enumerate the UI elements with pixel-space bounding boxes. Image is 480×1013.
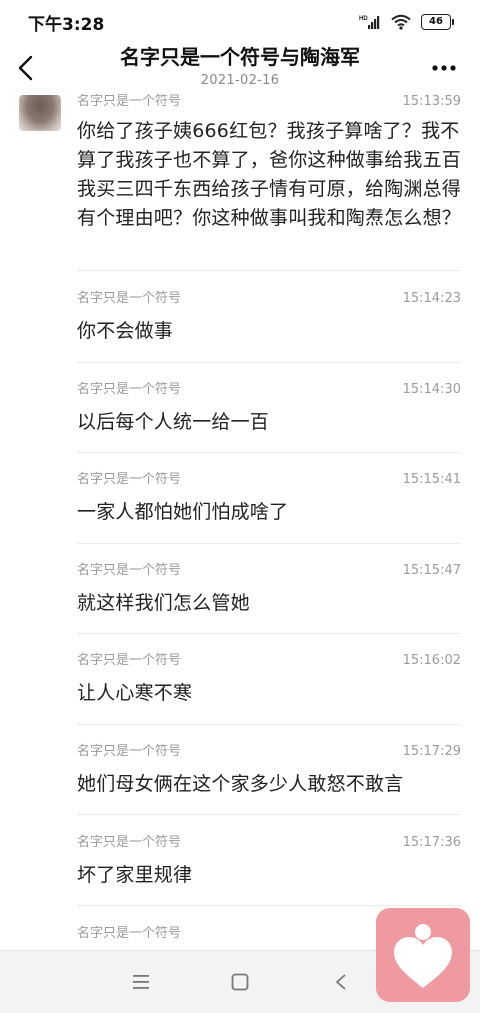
message-text: 你给了孩子姨666红包？我孩子算啥了？我不算了我孩子也不算了，爸你这种做事给我五… xyxy=(77,120,462,229)
message-sender: 名字只是一个符号 xyxy=(77,472,182,487)
battery-level: 46 xyxy=(421,14,451,30)
message-time: 15:14:30 xyxy=(402,382,461,397)
signal-icon: HD xyxy=(359,16,380,29)
divider xyxy=(77,814,461,815)
message-sender: 名字只是一个符号 xyxy=(77,563,182,578)
message-sender: 名字只是一个符号 xyxy=(77,382,182,397)
message-sender: 名字只是一个符号 xyxy=(77,835,182,850)
message-sender: 名字只是一个符号 xyxy=(77,94,182,109)
message-time: 15:17:36 xyxy=(402,835,461,850)
message-item[interactable]: 名字只是一个符号 15:14:30 以后每个人统一给一百 xyxy=(77,381,461,437)
nav-menu-button[interactable] xyxy=(128,969,154,995)
more-button[interactable] xyxy=(426,52,462,84)
back-button[interactable] xyxy=(10,50,42,86)
battery-indicator: 46 xyxy=(421,14,454,30)
message-time: 15:16:02 xyxy=(402,653,461,668)
page-title: 名字只是一个符号与陶海军 xyxy=(120,45,360,69)
message-item[interactable]: 名字只是一个符号 15:13:59 你给了孩子姨666红包？我孩子算啥了？我不算… xyxy=(77,94,461,233)
message-item[interactable]: 名字只是一个符号 15:15:41 一家人都怕她们怕成啥了 xyxy=(77,471,461,527)
message-item[interactable]: 名字只是一个符号 15:14:23 你不会做事 xyxy=(77,290,461,346)
title-block: 名字只是一个符号与陶海军 2021-02-16 xyxy=(60,44,420,90)
nav-home-button[interactable] xyxy=(227,969,253,995)
divider xyxy=(77,724,461,725)
message-text: 让人心寒不寒 xyxy=(77,682,193,704)
menu-icon xyxy=(133,975,149,989)
divider xyxy=(77,905,461,906)
message-sender: 名字只是一个符号 xyxy=(77,744,182,759)
status-time: 下午3:28 xyxy=(28,14,105,35)
message-text: 一家人都怕她们怕成啥了 xyxy=(77,501,289,523)
divider xyxy=(77,270,461,271)
message-time: 15:14:23 xyxy=(402,291,461,306)
divider xyxy=(77,543,461,544)
heart-person-icon xyxy=(394,924,452,988)
message-time: 15:15:47 xyxy=(402,563,461,578)
avatar[interactable] xyxy=(19,95,61,131)
message-item[interactable]: 名字只是一个符号 15:17:36 坏了家里规律 xyxy=(77,834,461,890)
back-triangle-icon xyxy=(336,974,346,990)
message-text: 以后每个人统一给一百 xyxy=(77,411,270,433)
more-dots-icon xyxy=(432,65,456,71)
home-square-icon xyxy=(231,973,249,991)
message-time: 15:17:29 xyxy=(402,744,461,759)
divider xyxy=(77,452,461,453)
chat-header: 名字只是一个符号与陶海军 2021-02-16 xyxy=(0,44,480,94)
message-item[interactable]: 名字只是一个符号 15:16:02 让人心寒不寒 xyxy=(77,652,461,708)
message-item[interactable]: 名字只是一个符号 15:15:47 就这样我们怎么管她 xyxy=(77,562,461,618)
message-time: 15:15:41 xyxy=(402,472,461,487)
nav-back-button[interactable] xyxy=(328,969,354,995)
message-sender: 名字只是一个符号 xyxy=(77,291,182,306)
status-icons: HD 46 xyxy=(359,14,454,30)
message-text: 坏了家里规律 xyxy=(77,864,193,886)
message-text: 你不会做事 xyxy=(77,320,174,342)
chevron-left-icon xyxy=(18,55,33,81)
message-text: 她们母女俩在这个家多少人敢怒不敢言 xyxy=(77,773,404,795)
divider xyxy=(77,362,461,363)
message-item[interactable]: 名字只是一个符号 15:17:29 她们母女俩在这个家多少人敢怒不敢言 xyxy=(77,743,461,799)
chat-date: 2021-02-16 xyxy=(200,73,280,88)
message-sender: 名字只是一个符号 xyxy=(77,653,182,668)
divider xyxy=(77,633,461,634)
message-time: 15:13:59 xyxy=(402,94,461,109)
floating-app-button[interactable] xyxy=(376,908,470,1002)
wifi-icon xyxy=(391,14,411,30)
svg-text:HD: HD xyxy=(359,16,368,22)
message-sender: 名字只是一个符号 xyxy=(77,926,182,941)
message-text: 就这样我们怎么管她 xyxy=(77,592,250,614)
status-bar: 下午3:28 HD 46 xyxy=(0,0,480,44)
message-list[interactable]: 名字只是一个符号 15:13:59 你给了孩子姨666红包？我孩子算啥了？我不算… xyxy=(0,94,480,950)
